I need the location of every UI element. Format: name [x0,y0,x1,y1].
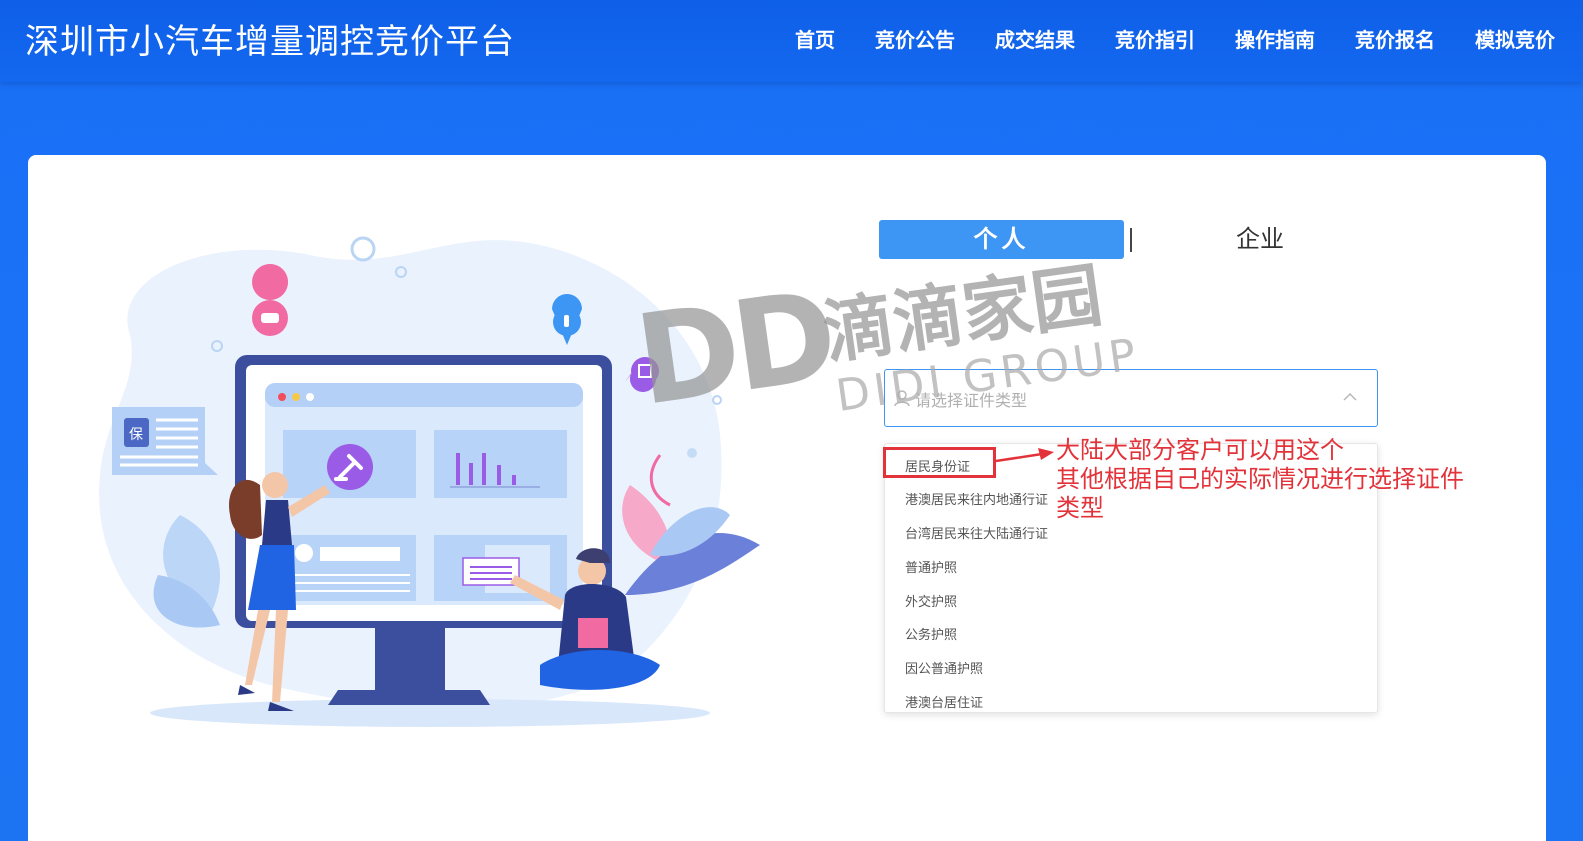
main-nav: 首页 竞价公告 成交结果 竞价指引 操作指南 竞价报名 模拟竞价 [795,24,1555,53]
annotation-line-3: 类型 [1056,494,1104,522]
nav-home[interactable]: 首页 [795,24,835,53]
option-diplomatic-passport[interactable]: 外交护照 [905,591,957,610]
shield-label: 保 [129,427,143,443]
hero-illustration: 保 [99,236,760,727]
user-icon [894,390,910,407]
cert-type-select[interactable]: 请选择证件类型 [884,369,1378,427]
monitor-stand [375,628,445,690]
chevron-up-icon[interactable] [1343,392,1357,402]
nav-auction-notice[interactable]: 竞价公告 [875,24,955,53]
option-service-passport[interactable]: 公务护照 [905,624,957,643]
tab-person[interactable]: 个人 [879,220,1124,259]
annotation-text: 大陆大部分客户可以用这个 其他根据自己的实际情况进行选择证件 类型 [1056,436,1464,523]
top-navbar: 深圳市小汽车增量调控竞价平台 首页 竞价公告 成交结果 竞价指引 操作指南 竞价… [0,0,1583,82]
option-residence-permit[interactable]: 港澳台居住证 [905,692,983,711]
nav-bid-guide[interactable]: 竞价指引 [1115,24,1195,53]
annotation-highlight-box [883,447,996,478]
annotation-line-1: 大陆大部分客户可以用这个 [1056,436,1344,464]
option-hk-macau-permit[interactable]: 港澳居民来往内地通行证 [905,489,1048,508]
annotation-line-2: 其他根据自己的实际情况进行选择证件 [1056,465,1464,493]
option-ordinary-passport[interactable]: 普通护照 [905,557,957,576]
tab-company[interactable]: 企业 [1200,220,1320,259]
annotation-arrow-icon [995,448,1054,463]
option-public-ordinary-passport[interactable]: 因公普通护照 [905,658,983,677]
nav-operation-guide[interactable]: 操作指南 [1235,24,1315,53]
site-title: 深圳市小汽车增量调控竞价平台 [25,22,515,62]
nav-mock-bid[interactable]: 模拟竞价 [1475,24,1555,53]
option-taiwan-permit[interactable]: 台湾居民来往大陆通行证 [905,523,1048,542]
nav-bid-register[interactable]: 竞价报名 [1355,24,1435,53]
nav-deal-results[interactable]: 成交结果 [995,24,1075,53]
cert-type-placeholder: 请选择证件类型 [915,391,1028,410]
tab-divider [1130,228,1132,252]
